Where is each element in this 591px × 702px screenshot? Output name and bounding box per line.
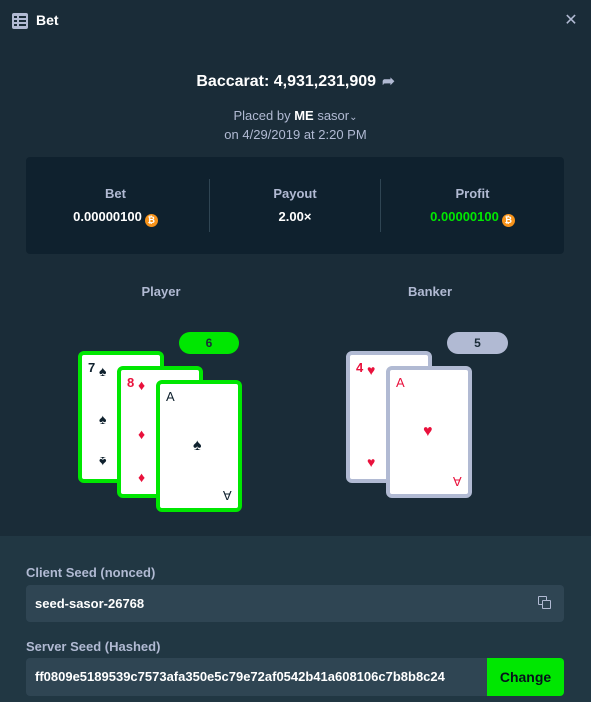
spade-icon: ♠ — [99, 454, 107, 470]
client-seed-label: Client Seed (nonced) — [26, 565, 156, 580]
player-card-3: A ♠ A — [156, 380, 242, 512]
banker-label: Banker — [407, 284, 453, 299]
card-rank: A — [166, 389, 175, 404]
diamond-icon: ♦ — [138, 469, 146, 485]
card-rank: A — [396, 375, 405, 390]
banker-score-badge: 5 — [447, 332, 508, 354]
spade-icon: ♠ — [193, 437, 202, 454]
card-rank: 8 — [127, 375, 135, 390]
stat-bet-label: Bet — [105, 186, 126, 201]
card-rank: 7 — [88, 360, 96, 375]
copy-icon[interactable] — [538, 596, 552, 610]
card-rank-bottom: A — [453, 474, 462, 489]
spade-icon: ♠ — [99, 363, 107, 379]
stat-profit-value-row: 0.00000100 ₿ — [381, 209, 564, 227]
placed-by: Placed by ME sasor⌄ — [0, 108, 591, 123]
stat-bet-value: 0.00000100 — [73, 209, 142, 224]
stat-payout-label: Payout — [273, 186, 317, 201]
stat-profit-value: 0.00000100 — [430, 209, 499, 224]
card-rank-bottom: A — [223, 488, 232, 503]
diamond-icon: ♦ — [138, 377, 146, 393]
heart-icon: ♥ — [423, 423, 433, 440]
bitcoin-icon: ₿ — [144, 214, 158, 227]
share-arrow-icon[interactable]: ➦ — [382, 72, 395, 90]
player-score-badge: 6 — [179, 332, 239, 354]
heart-icon: ♥ — [367, 454, 376, 470]
banker-card-2: A ♥ A — [386, 366, 472, 498]
server-seed-field[interactable]: ff0809e5189539c7573afa350e5c79e72af0542b… — [26, 658, 488, 696]
bitcoin-icon: ₿ — [501, 214, 515, 227]
bet-game-title: Baccarat: 4,931,231,909 ➦ — [0, 72, 591, 91]
placed-prefix: Placed by — [233, 108, 291, 123]
me-badge: ME — [294, 108, 314, 123]
stat-bet: Bet 0.00000100 ₿ — [26, 157, 205, 254]
stat-payout-value: 2.00× — [278, 209, 312, 224]
diamond-icon: ♦ — [138, 426, 146, 442]
client-seed-field[interactable]: seed-sasor-26768 — [26, 585, 564, 622]
bet-list-icon — [12, 13, 28, 29]
change-seed-button[interactable]: Change — [487, 658, 564, 696]
player-label: Player — [141, 284, 181, 299]
bet-stats-panel: Bet 0.00000100 ₿ Payout 2.00× Profit 0.00… — [26, 157, 564, 254]
card-rank: 4 — [356, 360, 364, 375]
bet-date: on 4/29/2019 at 2:20 PM — [224, 127, 367, 142]
modal-title: Bet — [36, 12, 59, 28]
server-seed-value: ff0809e5189539c7573afa350e5c79e72af0542b… — [35, 669, 445, 684]
client-seed-value: seed-sasor-26768 — [35, 596, 145, 611]
username[interactable]: sasor — [317, 108, 349, 123]
chevron-down-icon[interactable]: ⌄ — [349, 112, 357, 123]
close-icon[interactable]: ✕ — [562, 10, 580, 32]
heart-icon: ♥ — [367, 362, 376, 378]
stat-profit-label: Profit — [455, 186, 490, 201]
stat-bet-value-row: 0.00000100 ₿ — [26, 209, 205, 227]
spade-icon: ♠ — [99, 411, 107, 427]
game-id: Baccarat: 4,931,231,909 — [196, 73, 377, 90]
modal-header: Bet ✕ — [0, 0, 591, 42]
stat-profit: Profit 0.00000100 ₿ — [381, 157, 564, 254]
stat-payout: Payout 2.00× — [210, 157, 380, 254]
server-seed-label: Server Seed (Hashed) — [26, 639, 161, 654]
